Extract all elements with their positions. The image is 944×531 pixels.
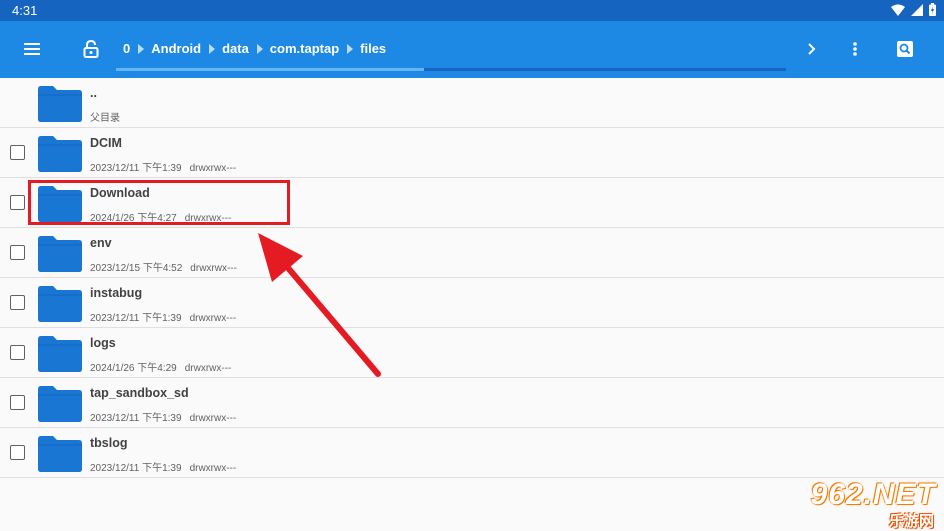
- status-bar: 4:31: [0, 0, 944, 21]
- folder-icon: [38, 86, 82, 122]
- file-permissions: drwxrwx---: [189, 163, 237, 174]
- file-description: 父目录: [90, 113, 120, 124]
- select-checkbox[interactable]: [10, 395, 25, 410]
- system-icons: [891, 3, 936, 16]
- breadcrumb: 0 Android data com.taptap files: [123, 41, 386, 56]
- file-name: tap_sandbox_sd: [90, 386, 189, 400]
- select-checkbox[interactable]: [10, 345, 25, 360]
- file-details: 2023/12/11 下午1:39 drwxrwx---: [90, 459, 236, 474]
- folder-icon: [38, 136, 82, 172]
- breadcrumb-separator-icon: [209, 43, 216, 54]
- file-row[interactable]: logs 2024/1/26 下午4:29 drwxrwx---: [0, 328, 944, 378]
- breadcrumb-separator-icon: [138, 43, 145, 54]
- file-details: 2024/1/26 下午4:29 drwxrwx---: [90, 359, 231, 374]
- file-date: 2023/12/11 下午1:39: [90, 413, 182, 424]
- unlock-icon: [83, 40, 99, 58]
- forward-button[interactable]: [792, 29, 832, 69]
- file-date: 2023/12/11 下午1:39: [90, 463, 182, 474]
- watermark-logo: 962.NET 乐游网: [800, 478, 942, 530]
- signal-icon: [911, 3, 923, 16]
- loading-progress-fill: [116, 68, 425, 71]
- file-permissions: drwxrwx---: [189, 313, 237, 324]
- file-row[interactable]: tap_sandbox_sd 2023/12/11 下午1:39 drwxrwx--…: [0, 378, 944, 428]
- breadcrumb-item-data[interactable]: data: [222, 41, 249, 56]
- folder-icon: [38, 336, 82, 372]
- watermark-subtext: 乐游网: [888, 513, 934, 530]
- menu-button[interactable]: [12, 29, 52, 69]
- lock-button[interactable]: [71, 29, 111, 69]
- status-time: 4:31: [12, 3, 38, 18]
- file-row[interactable]: DCIM 2023/12/11 下午1:39 drwxrwx---: [0, 128, 944, 178]
- folder-icon: [38, 286, 82, 322]
- select-checkbox[interactable]: [10, 245, 25, 260]
- breadcrumb-item-0[interactable]: 0: [123, 41, 130, 56]
- file-permissions: drwxrwx---: [189, 463, 237, 474]
- watermark-text: 962.NET: [810, 478, 936, 511]
- file-subtitle: 父目录: [90, 109, 120, 124]
- loading-progress-bar: [116, 68, 786, 71]
- file-name: ..: [90, 86, 97, 100]
- breadcrumb-item-files[interactable]: files: [360, 41, 386, 56]
- breadcrumb-item-android[interactable]: Android: [151, 41, 201, 56]
- parent-directory-row[interactable]: .. 父目录: [0, 78, 944, 128]
- folder-icon: [38, 436, 82, 472]
- select-checkbox[interactable]: [10, 445, 25, 460]
- file-name: logs: [90, 336, 116, 350]
- breadcrumb-item-com-taptap[interactable]: com.taptap: [270, 41, 339, 56]
- file-name: DCIM: [90, 136, 122, 150]
- file-permissions: drwxrwx---: [184, 363, 232, 374]
- file-permissions: drwxrwx---: [189, 413, 237, 424]
- more-vert-icon: [853, 42, 857, 56]
- file-details: 2023/12/11 下午1:39 drwxrwx---: [90, 159, 236, 174]
- file-name: instabug: [90, 286, 143, 300]
- select-checkbox[interactable]: [10, 195, 25, 210]
- breadcrumb-separator-icon: [347, 43, 354, 54]
- file-date: 2024/1/26 下午4:29: [90, 363, 177, 374]
- search-icon: [897, 41, 913, 57]
- file-permissions: drwxrwx---: [190, 263, 237, 274]
- wifi-icon: [891, 4, 905, 16]
- more-options-button[interactable]: [835, 29, 875, 69]
- chevron-right-icon: [808, 43, 816, 55]
- file-date: 2023/12/15 下午4:52: [90, 263, 183, 274]
- file-details: 2023/12/11 下午1:39 drwxrwx---: [90, 409, 236, 424]
- file-row[interactable]: tbslog 2023/12/11 下午1:39 drwxrwx---: [0, 428, 944, 478]
- file-list: .. 父目录 DCIM 2023/12/11 下午1:39 drwxrwx--- Down…: [0, 78, 944, 478]
- battery-icon: [929, 3, 936, 16]
- file-name: env: [90, 236, 112, 250]
- select-checkbox[interactable]: [10, 145, 25, 160]
- file-row[interactable]: env 2023/12/15 下午4:52 drwxrwx---: [0, 228, 944, 278]
- toolbar: 0 Android data com.taptap files: [0, 21, 944, 78]
- file-row[interactable]: instabug 2023/12/11 下午1:39 drwxrwx---: [0, 278, 944, 328]
- file-date: 2023/12/11 下午1:39: [90, 163, 182, 174]
- breadcrumb-separator-icon: [256, 43, 263, 54]
- folder-icon: [38, 386, 82, 422]
- folder-icon: [38, 236, 82, 272]
- search-button[interactable]: [885, 29, 925, 69]
- file-name: tbslog: [90, 436, 128, 450]
- select-checkbox[interactable]: [10, 295, 25, 310]
- file-details: 2023/12/15 下午4:52 drwxrwx---: [90, 259, 237, 274]
- file-date: 2023/12/11 下午1:39: [90, 313, 182, 324]
- file-details: 2023/12/11 下午1:39 drwxrwx---: [90, 309, 236, 324]
- hamburger-menu-icon: [24, 43, 40, 55]
- annotation-highlight-box: [28, 180, 290, 225]
